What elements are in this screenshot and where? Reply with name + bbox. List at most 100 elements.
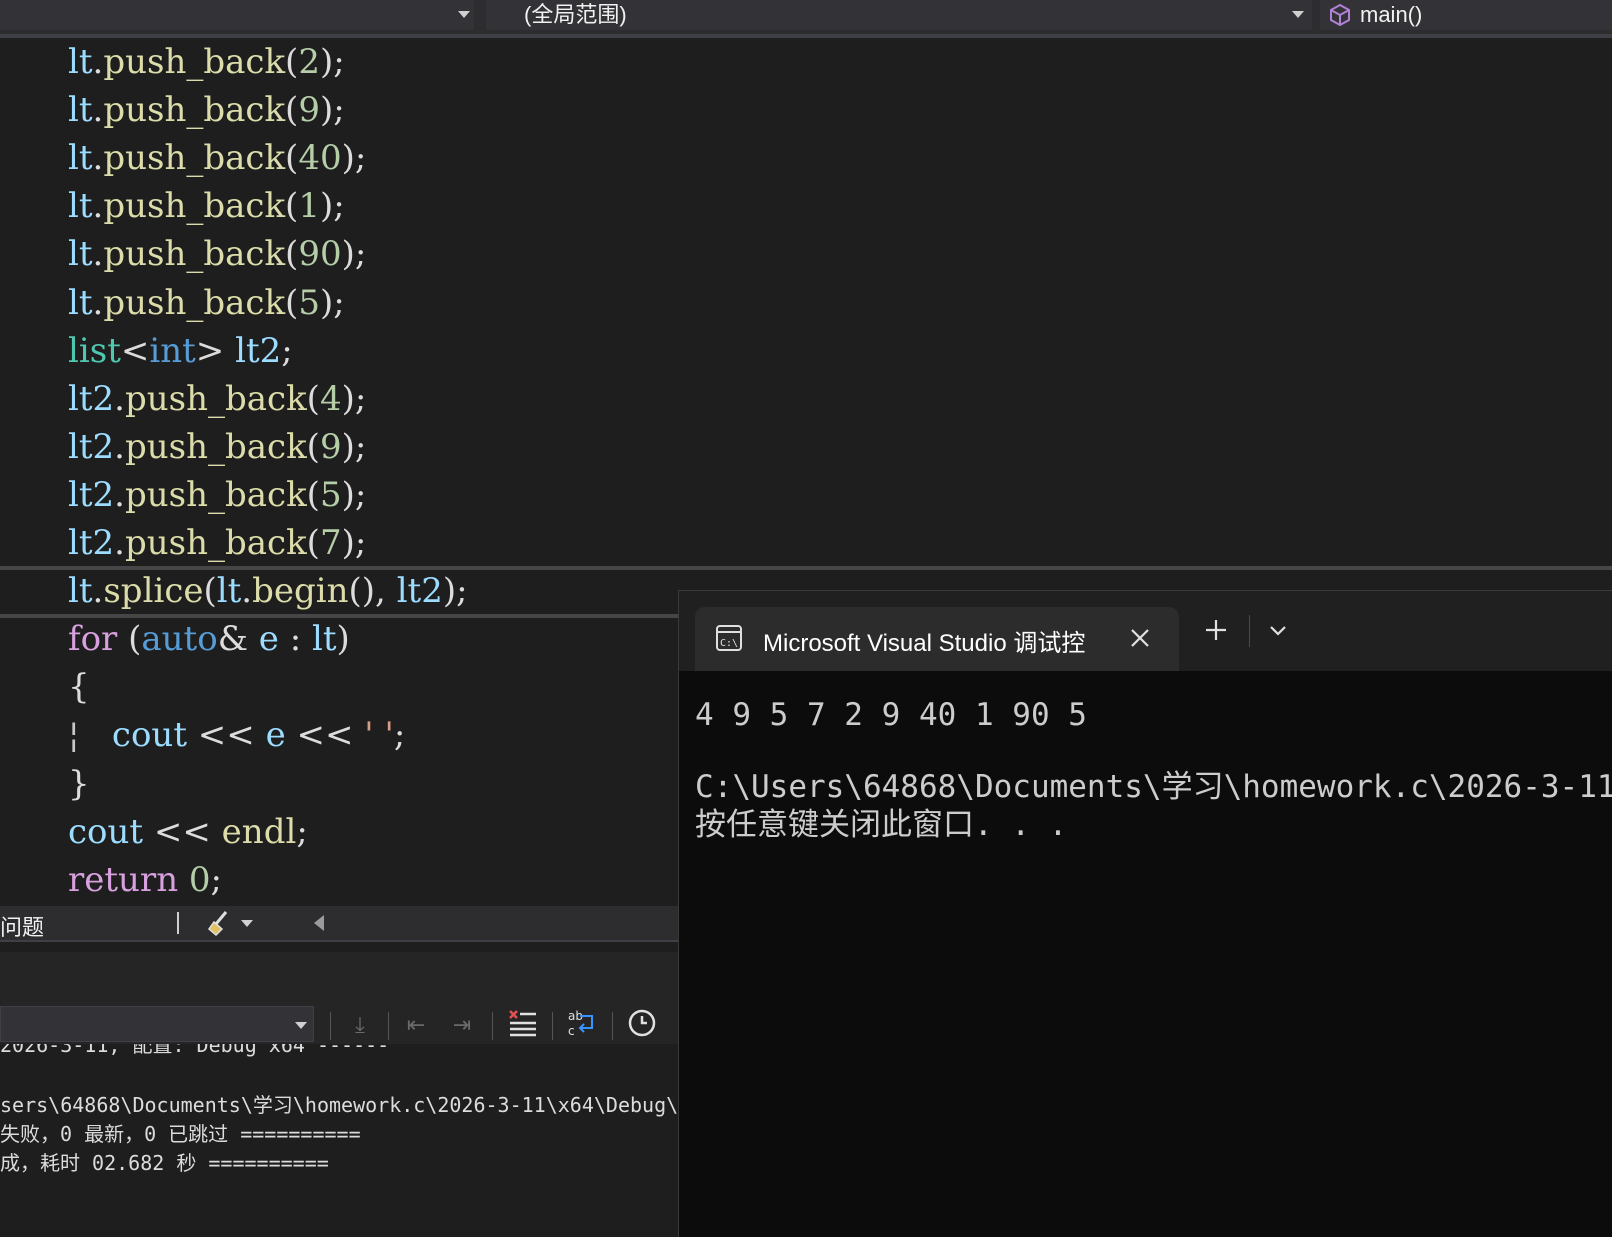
code-token: lt2 [68,426,115,467]
code-token: (), [348,571,397,612]
code-token: << [186,715,266,756]
console-line: 按任意键关闭此窗口. . . [695,807,1068,843]
navigation-bar: (全局范围) main() [0,0,1612,38]
previous-message-icon[interactable]: ⇤ [398,1008,434,1042]
code-token: push_back [103,90,286,131]
chevron-down-icon [1292,11,1304,18]
code-token: auto [141,619,218,660]
chevron-down-icon [295,1022,307,1029]
code-token: ) [341,378,355,419]
code-token: . [92,234,104,275]
code-token: begin [252,571,349,612]
scope-dropdown[interactable]: (全局范围) [486,0,1312,30]
output-line: sers\64868\Documents\学习\homework.c\2026-… [0,1093,678,1117]
scroll-left-icon[interactable] [314,915,324,931]
code-token: lt2 [68,523,115,563]
code-token: ; [296,811,308,852]
code-token: endl [221,811,297,852]
code-token: ( [306,378,320,419]
output-toolbar: ⤓ ⇤ ⇥ ab c [0,1000,678,1050]
code-token: push_back [103,42,286,82]
output-log[interactable]: 2026-3-11, 配置: Debug x64 ------ sers\648… [0,1044,678,1236]
cube-icon [1328,3,1352,27]
broom-icon[interactable] [206,909,234,937]
code-token: ¦ [68,715,80,756]
code-token: push_back [103,234,286,275]
code-token: . [92,90,104,131]
code-token: ) [319,42,334,82]
code-token: lt [68,571,93,612]
code-token: . [92,186,104,227]
code-token: e [265,715,286,756]
panel-title: 问题 [0,915,45,940]
console-titlebar: C:\ Microsoft Visual Studio 调试控 [679,591,1612,671]
code-token: ( [306,474,320,515]
clear-all-icon[interactable] [504,1008,540,1042]
code-token: 9 [298,90,320,131]
output-line: 成，耗时 02.682 秒 ========== [0,1151,329,1175]
member-dropdown[interactable]: main() [1320,0,1612,30]
code-token: 5 [319,474,342,515]
close-icon[interactable] [1125,623,1155,653]
code-token: ( [285,138,299,179]
code-token: ; [333,186,345,227]
code-token: ( [285,90,299,131]
console-output[interactable]: 4 9 5 7 2 9 40 1 90 5 C:\Users\64868\Doc… [695,695,1612,911]
code-line: lt2.push_back(7); [68,521,366,565]
next-message-icon[interactable]: ⇥ [444,1008,480,1042]
code-token: lt [68,186,93,227]
code-token: ) [341,474,355,515]
code-line: lt.push_back(2); [68,40,345,84]
code-token: 40 [298,138,342,179]
output-source-dropdown[interactable] [0,1006,314,1042]
project-dropdown[interactable] [0,0,474,30]
code-token: ; [333,42,345,82]
code-token: return [68,859,179,900]
code-token: ); [442,571,468,612]
code-token: lt [68,282,93,323]
code-token: ; [354,474,367,515]
code-token: lt2 [68,474,115,515]
code-token: lt [68,138,93,179]
code-token: . [92,571,104,612]
svg-text:C:\: C:\ [720,638,738,649]
console-tab[interactable]: C:\ Microsoft Visual Studio 调试控 [695,607,1179,671]
code-token: 4 [319,378,342,419]
code-token: ; [210,859,223,900]
console-line: 4 9 5 7 2 9 40 1 90 5 [695,697,1087,733]
code-token: push_back [103,186,286,227]
code-token: lt [311,619,337,660]
chevron-down-icon [458,11,470,18]
code-token: ) [341,138,355,179]
svg-text:c: c [568,1024,575,1038]
chevron-down-icon[interactable] [1263,615,1293,645]
code-line: lt.push_back(1); [68,184,345,228]
code-token: ) [341,426,355,467]
word-wrap-icon[interactable]: ab c [564,1008,600,1042]
code-token: e [258,619,279,660]
code-line: return 0; [68,858,222,902]
code-token: { [68,667,90,708]
code-token: . [114,378,125,419]
find-message-icon[interactable]: ⤓ [342,1008,378,1042]
code-token: ( [285,186,299,227]
code-line: for (auto& e : lt) [68,617,350,661]
code-token: . [92,42,104,82]
clock-icon[interactable] [624,1008,660,1042]
code-token: ) [319,90,334,131]
code-line: lt.push_back(40); [68,136,366,180]
new-tab-icon[interactable] [1201,615,1231,645]
code-token: lt2 [68,378,115,419]
chevron-down-icon[interactable] [241,920,253,927]
divider [612,1012,613,1040]
code-token: 2 [298,42,320,82]
code-token: ; [393,715,406,756]
divider [1249,615,1250,647]
code-line: cout << endl; [68,810,308,854]
code-token: ( [306,426,320,467]
code-token: ; [281,330,293,371]
code-token: lt [216,571,242,612]
code-token: ; [354,523,367,563]
code-line: lt2.push_back(9); [68,425,366,469]
